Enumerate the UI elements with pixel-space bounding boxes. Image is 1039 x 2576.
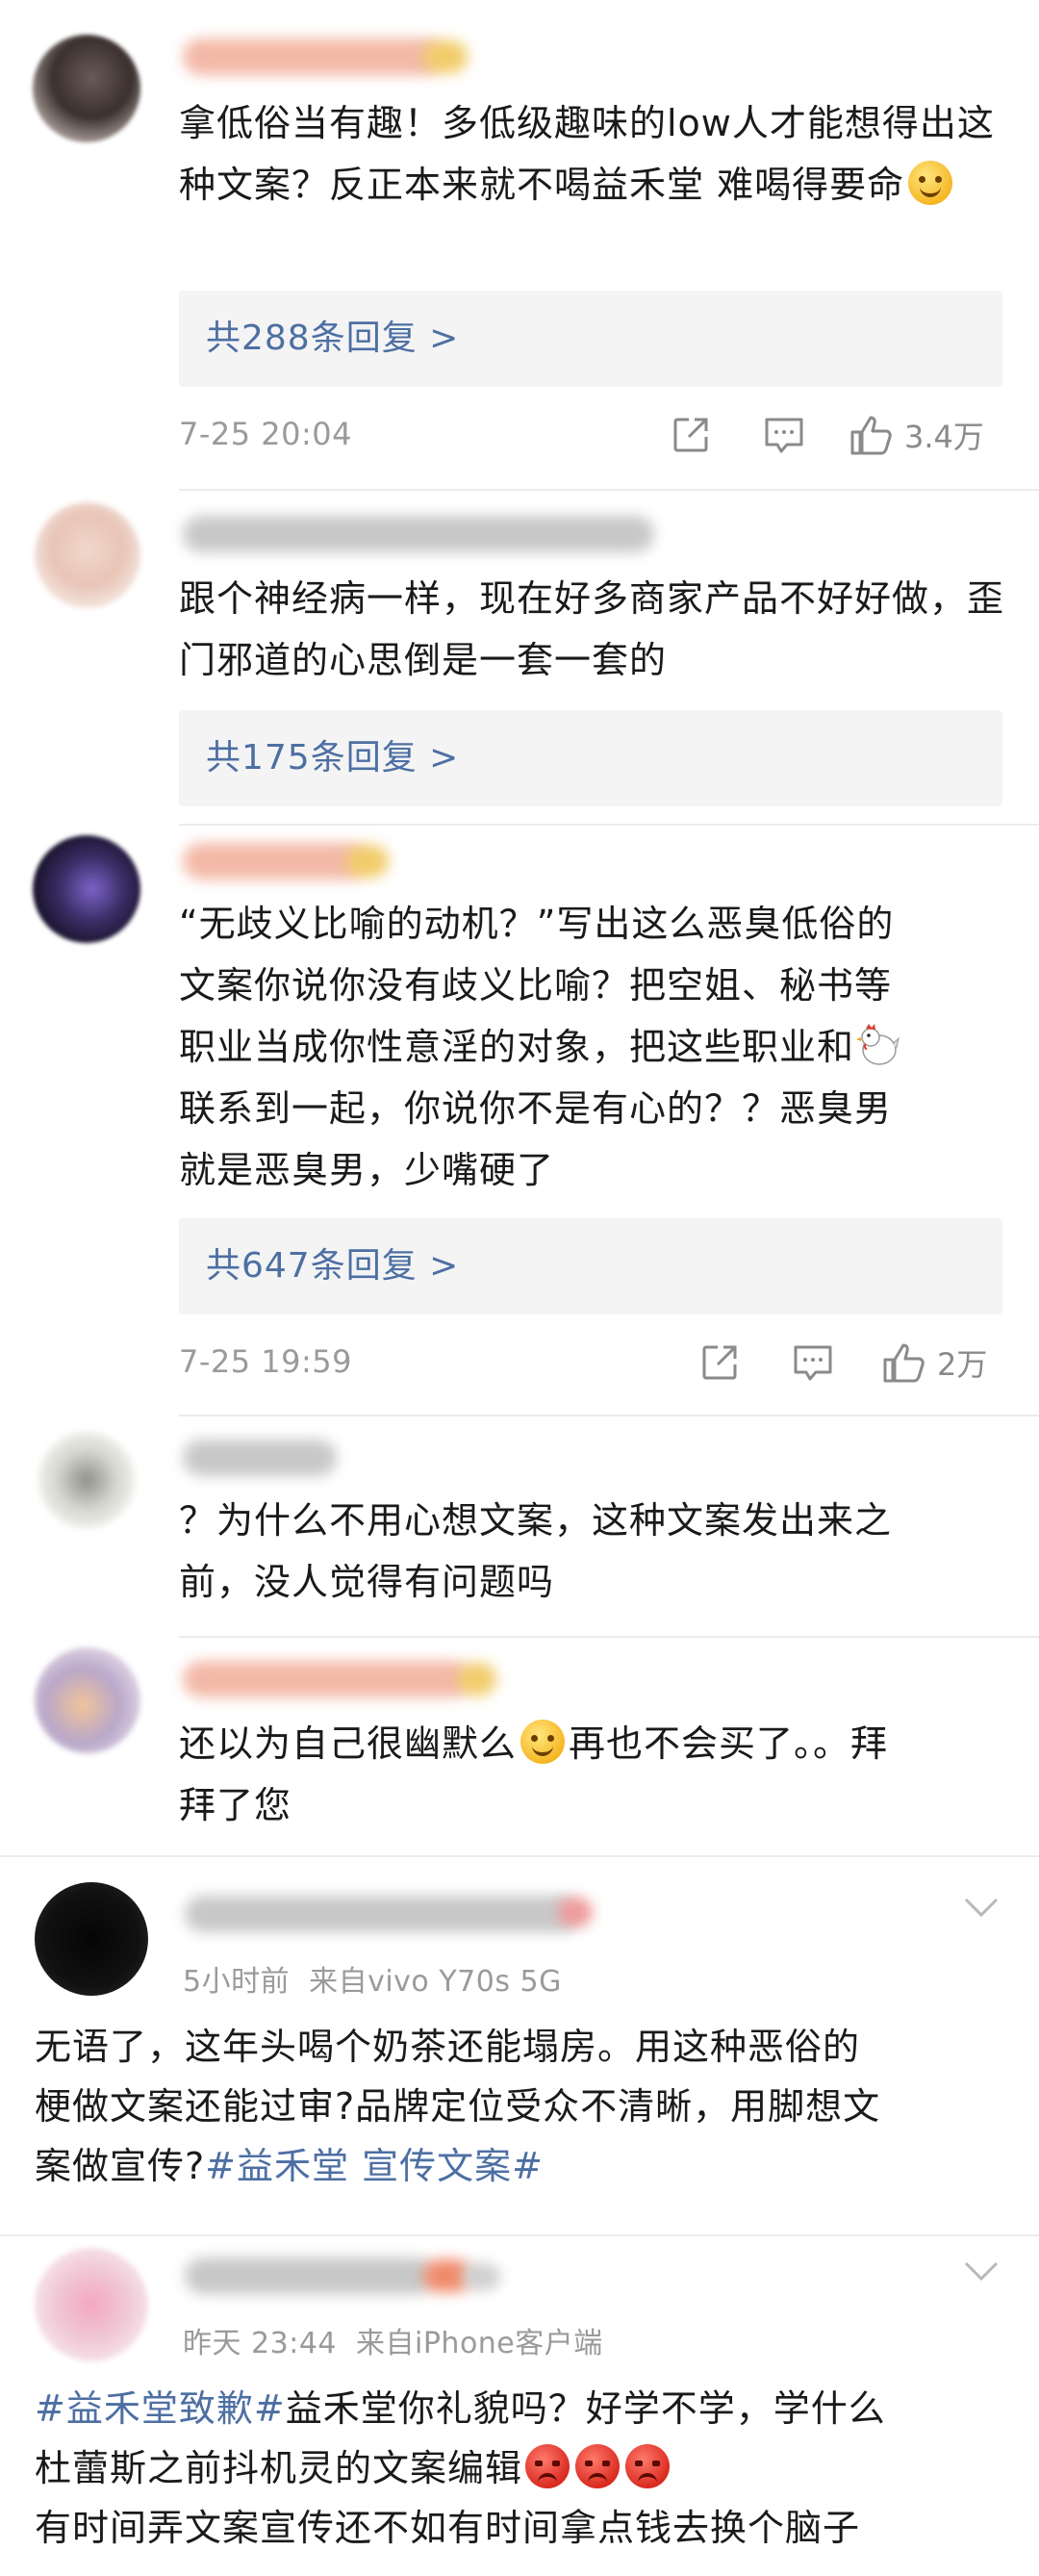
- comment-date: 7-25 19:59: [179, 1343, 353, 1380]
- comment-meta: 7-25 19:59 2万: [179, 1336, 1002, 1390]
- badge-blurred: [558, 1898, 593, 1926]
- comment-text: ？为什么不用心想文案，这种文案发出来之 前，没人觉得有问题吗: [179, 1499, 893, 1603]
- smile-emoji-icon: [908, 161, 953, 205]
- share-button[interactable]: [698, 1339, 741, 1386]
- hashtag-link[interactable]: #益禾堂致歉#: [35, 2387, 286, 2430]
- badge-blurred: [458, 1663, 496, 1696]
- share-icon: [702, 1345, 737, 1380]
- divider: [179, 1415, 1039, 1416]
- post-text: 无语了，这年头喝个奶茶还能塌房。用这种恶俗的 梗做文案还能过审?品牌定位受众不清…: [35, 2026, 881, 2187]
- avatar[interactable]: [33, 835, 140, 943]
- username-blurred[interactable]: [185, 2257, 435, 2294]
- section-divider: [0, 2234, 1039, 2236]
- view-replies-link[interactable]: 共288条回复 >: [206, 316, 459, 362]
- comment-text: 拿低俗当有趣！多低级趣味的low人才能想得出这种文案？反正本来就不喝益禾堂 难喝…: [179, 102, 995, 206]
- chevron-down-icon[interactable]: [962, 2259, 1001, 2283]
- reply-box[interactable]: 共647条回复 >: [179, 1218, 1002, 1314]
- username-blurred[interactable]: [183, 843, 366, 880]
- view-replies-link[interactable]: 共175条回复 >: [206, 735, 459, 781]
- divider: [179, 1636, 1039, 1638]
- smile-emoji-icon: [520, 1720, 566, 1764]
- username-blurred[interactable]: [183, 1661, 471, 1697]
- like-count: 2万: [937, 1346, 988, 1383]
- post-source: 来自vivo Y70s 5G: [309, 1965, 562, 1999]
- thumbs-up-icon: [883, 1343, 925, 1383]
- view-replies-link[interactable]: 共647条回复 >: [206, 1243, 459, 1289]
- comment-meta: 7-25 20:04 3.4万: [179, 408, 1002, 462]
- username-blurred[interactable]: [183, 516, 654, 552]
- divider: [179, 824, 1039, 826]
- divider: [179, 489, 1039, 491]
- post-source: 来自iPhone客户端: [356, 2327, 603, 2360]
- reply-box[interactable]: 共288条回复 >: [179, 291, 1002, 387]
- username-blurred[interactable]: [185, 1896, 579, 1932]
- avatar[interactable]: [38, 1432, 135, 1528]
- share-button[interactable]: [670, 412, 712, 458]
- post-time: 5小时前: [183, 1965, 291, 1999]
- angry-emoji-icon: [625, 2444, 671, 2488]
- section-divider: [0, 1855, 1039, 1857]
- comment-button[interactable]: [762, 412, 806, 458]
- avatar[interactable]: [33, 35, 140, 142]
- reply-box[interactable]: 共175条回复 >: [179, 710, 1002, 806]
- badge-blurred: [423, 40, 468, 73]
- comment-text: 跟个神经病一样，现在好多商家产品不好好做，歪门邪道的心思倒是一套一套的: [179, 577, 1005, 681]
- hashtag-link[interactable]: #益禾堂 宣传文案#: [205, 2145, 544, 2187]
- badge-blurred: [346, 845, 389, 878]
- comment-date: 7-25 20:04: [179, 416, 353, 452]
- thumbs-up-icon: [850, 416, 892, 455]
- angry-emoji-icon: [525, 2444, 570, 2488]
- username-blurred[interactable]: [183, 38, 443, 75]
- chicken-emoji-icon: [854, 1021, 902, 1069]
- username-blurred[interactable]: [183, 1440, 337, 1476]
- like-count: 3.4万: [904, 419, 984, 455]
- comment-text: 还以为自己很幽默么 再也不会买了。。拜 拜了您: [179, 1713, 1006, 1836]
- post-meta: 昨天 23:44 来自iPhone客户端: [183, 2319, 603, 2361]
- post-text: #益禾堂致歉#益禾堂你礼貌吗？好学不学，学什么 杜蕾斯之前抖机灵的文案编辑 有时…: [35, 2387, 886, 2549]
- avatar[interactable]: [35, 1882, 148, 1996]
- avatar[interactable]: [35, 1647, 140, 1753]
- avatar[interactable]: [35, 2248, 148, 2361]
- comment-button[interactable]: [791, 1339, 835, 1386]
- chevron-down-icon[interactable]: [962, 1896, 1001, 1919]
- share-icon: [673, 418, 708, 452]
- comment-icon: [765, 418, 803, 453]
- angry-emoji-icon: [575, 2444, 621, 2488]
- avatar[interactable]: [35, 502, 140, 608]
- post-meta: 5小时前 来自vivo Y70s 5G: [183, 1957, 562, 2000]
- post-time: 昨天 23:44: [183, 2327, 337, 2360]
- like-button[interactable]: 3.4万: [849, 412, 984, 458]
- comment-icon: [794, 1345, 832, 1381]
- badge-blurred: [462, 2263, 500, 2290]
- comment-text: “无歧义比喻的动机？”写出这么恶臭低俗的 文案你说你没有歧义比喻？把空姐、秘书等…: [179, 893, 1006, 1201]
- like-button[interactable]: 2万: [881, 1339, 987, 1386]
